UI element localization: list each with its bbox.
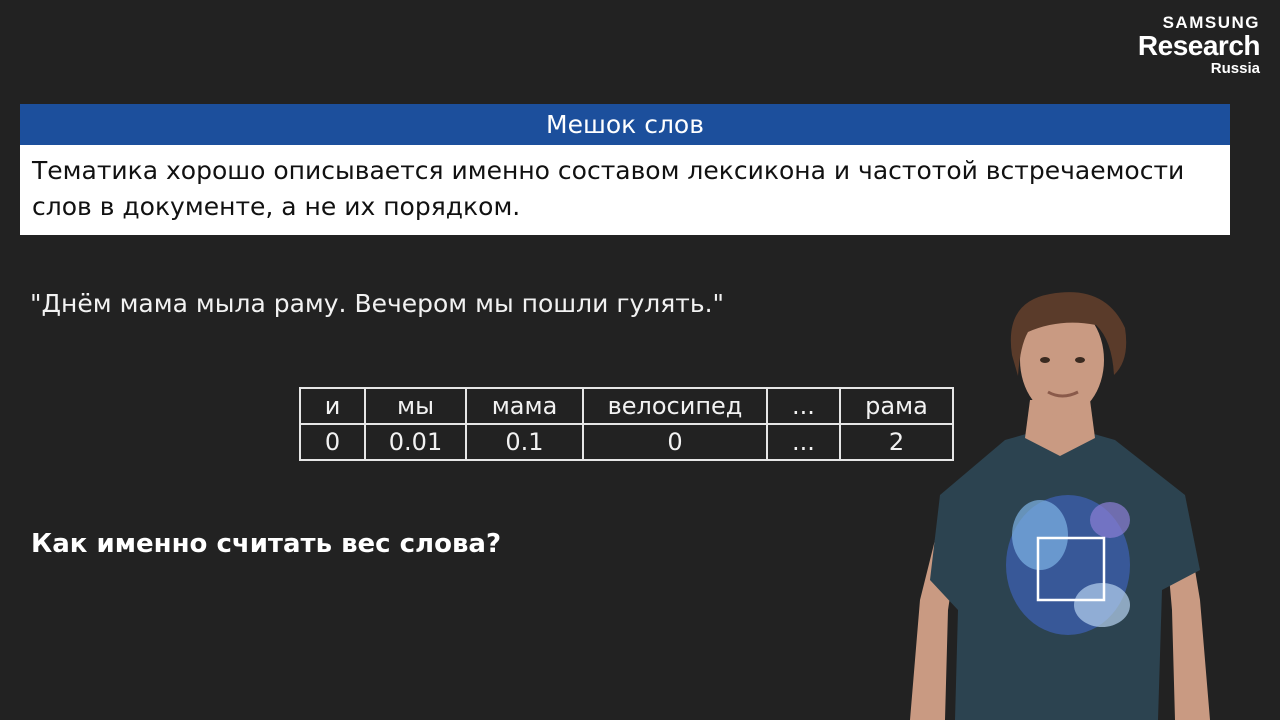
logo-line-russia: Russia	[1210, 60, 1260, 77]
presenter-video	[910, 292, 1210, 720]
block-text-line-2: слов в документе, а не их порядком.	[32, 192, 521, 221]
table-value-cell: 0	[582, 423, 768, 461]
table-header-cell: мы	[364, 387, 467, 425]
block-title: Мешок слов	[20, 104, 1230, 145]
table-header-cell: мама	[465, 387, 584, 425]
table-value-cell: 0.01	[364, 423, 467, 461]
table-value-cell: ...	[766, 423, 841, 461]
table-header-cell: и	[299, 387, 366, 425]
samsung-research-logo: SAMSUNG Research Russia	[1137, 13, 1261, 77]
bag-of-words-table: и мы мама велосипед ... рама 0 0.01 0.1 …	[299, 387, 954, 461]
definition-block: Мешок слов Тематика хорошо описывается и…	[20, 104, 1230, 235]
table-value-row: 0 0.01 0.1 0 ... 2	[299, 423, 954, 461]
table-header-cell: велосипед	[582, 387, 768, 425]
question-text: Как именно считать вес слова?	[31, 529, 502, 559]
example-sentence: "Днём мама мыла раму. Вечером мы пошли г…	[30, 289, 725, 318]
block-text-line-1: Тематика хорошо описывается именно соста…	[32, 156, 1185, 185]
table-value-cell: 0.1	[465, 423, 584, 461]
logo-line-research: Research	[1137, 30, 1261, 61]
table-header-row: и мы мама велосипед ... рама	[299, 387, 954, 425]
block-body: Тематика хорошо описывается именно соста…	[20, 145, 1230, 235]
logo-line-samsung: SAMSUNG	[1162, 13, 1260, 32]
table-header-cell: ...	[766, 387, 841, 425]
table-value-cell: 0	[299, 423, 366, 461]
